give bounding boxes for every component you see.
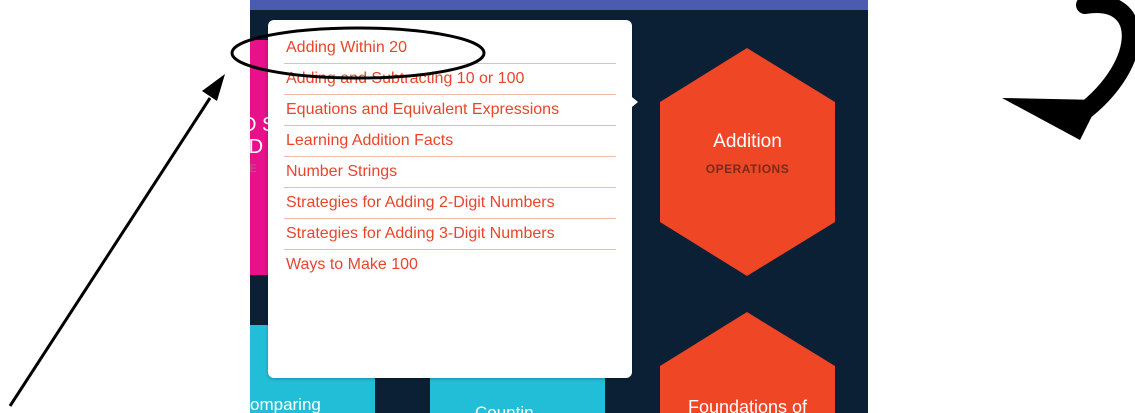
pointer-arrowhead bbox=[202, 74, 225, 101]
annotation-overlay bbox=[8, 0, 1135, 407]
screenshot-stage: D S -D SE omparing Countin Addition OPER… bbox=[0, 0, 1135, 413]
pointer-arrow-line bbox=[8, 97, 212, 407]
curved-arrowhead bbox=[1002, 98, 1100, 140]
highlight-ellipse bbox=[230, 26, 486, 80]
